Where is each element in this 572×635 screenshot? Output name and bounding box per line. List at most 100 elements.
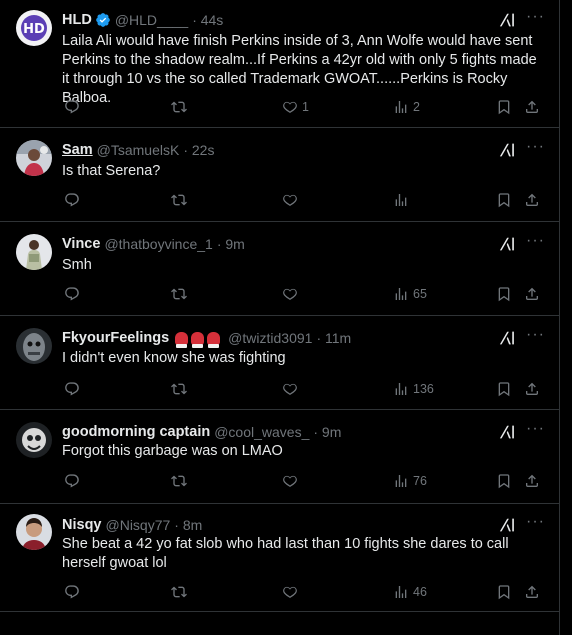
timestamp[interactable]: · 9m (313, 424, 341, 440)
handle[interactable]: @Nisqy77 (106, 517, 171, 533)
heart-icon (282, 381, 298, 397)
reply-button[interactable] (64, 190, 84, 210)
reply-icon (64, 584, 80, 600)
repost-icon (171, 99, 187, 115)
share-button[interactable] (524, 284, 544, 304)
reply-button[interactable] (64, 582, 84, 602)
handle[interactable]: @HLD____ (115, 12, 188, 28)
bookmark-button[interactable] (496, 471, 516, 491)
repost-button[interactable] (171, 471, 191, 491)
views-button[interactable]: 2 (393, 97, 420, 117)
post-sam[interactable]: Sam @TsamuelsK · 22s ··· Is that Serena? (0, 128, 560, 222)
reply-button[interactable] (64, 97, 84, 117)
share-button[interactable] (524, 97, 544, 117)
reply-icon (64, 192, 80, 208)
reply-button[interactable] (64, 284, 84, 304)
views-button[interactable]: 76 (393, 471, 427, 491)
bookmark-button[interactable] (496, 582, 516, 602)
repost-button[interactable] (171, 379, 191, 399)
avatar[interactable] (16, 422, 52, 458)
display-name[interactable]: Sam (62, 142, 93, 158)
like-button[interactable] (282, 471, 302, 491)
more-icon[interactable]: ··· (526, 9, 544, 28)
display-name[interactable]: goodmorning captain (62, 424, 210, 440)
views-button[interactable]: 65 (393, 284, 427, 304)
post-nisqy[interactable]: Nisqy @Nisqy77 · 8m ··· She beat a 42 yo… (0, 504, 560, 612)
repost-button[interactable] (171, 284, 191, 304)
display-name[interactable]: HLD (62, 12, 92, 28)
handle[interactable]: @TsamuelsK (97, 142, 180, 158)
views-button[interactable]: 136 (393, 379, 434, 399)
avatar[interactable] (16, 328, 52, 364)
like-button[interactable] (282, 379, 302, 399)
views-icon (393, 584, 409, 600)
reply-button[interactable] (64, 471, 84, 491)
avatar[interactable] (16, 234, 52, 270)
repost-icon (171, 473, 187, 489)
views-button[interactable]: 46 (393, 582, 427, 602)
grok-icon[interactable] (498, 329, 516, 347)
handle[interactable]: @cool_waves_ (214, 424, 309, 440)
post-goodmorning-captain[interactable]: goodmorning captain @cool_waves_ · 9m ··… (0, 410, 560, 504)
reply-icon (64, 381, 80, 397)
like-button[interactable] (282, 190, 302, 210)
post-text: Forgot this garbage was on LMAO (62, 443, 283, 459)
avatar[interactable]: HD (16, 10, 52, 46)
share-button[interactable] (524, 471, 544, 491)
boxing-glove-emojis (175, 331, 221, 348)
grok-icon[interactable] (498, 516, 516, 534)
repost-icon (171, 286, 187, 302)
timestamp[interactable]: · 22s (183, 142, 214, 158)
post-text: She beat a 42 yo fat slob who had last t… (62, 536, 509, 571)
grok-icon[interactable] (498, 11, 516, 29)
views-icon (393, 192, 409, 208)
like-button[interactable] (282, 284, 302, 304)
views-button[interactable] (393, 190, 413, 210)
like-count: 1 (302, 100, 309, 114)
post-vince[interactable]: Vince @thatboyvince_1 · 9m ··· Smh 65 (0, 222, 560, 316)
repost-icon (171, 584, 187, 600)
views-icon (393, 473, 409, 489)
handle[interactable]: @thatboyvince_1 (104, 236, 212, 252)
post-text: Smh (62, 257, 92, 273)
like-button[interactable] (282, 582, 302, 602)
timestamp[interactable]: · 11m (316, 330, 351, 346)
repost-button[interactable] (171, 190, 191, 210)
more-icon[interactable]: ··· (526, 139, 544, 158)
repost-button[interactable] (171, 582, 191, 602)
share-button[interactable] (524, 582, 544, 602)
timestamp[interactable]: · 8m (174, 517, 202, 533)
bookmark-button[interactable] (496, 190, 516, 210)
bookmark-button[interactable] (496, 97, 516, 117)
share-icon (524, 584, 540, 600)
grok-icon[interactable] (498, 423, 516, 441)
share-button[interactable] (524, 379, 544, 399)
timestamp[interactable]: · 9m (217, 236, 245, 252)
avatar[interactable] (16, 140, 52, 176)
more-icon[interactable]: ··· (526, 421, 544, 440)
like-button[interactable]: 1 (282, 97, 309, 117)
views-icon (393, 286, 409, 302)
bookmark-icon (496, 286, 512, 302)
handle[interactable]: @twiztid3091 (228, 330, 312, 346)
display-name[interactable]: Nisqy (62, 517, 102, 533)
more-icon[interactable]: ··· (526, 233, 544, 252)
more-icon[interactable]: ··· (526, 327, 544, 346)
bookmark-button[interactable] (496, 379, 516, 399)
post-fkyourfeelings[interactable]: FkyourFeelings @twiztid3091 · 11m ··· I … (0, 316, 560, 410)
heart-icon (282, 286, 298, 302)
views-count: 65 (413, 287, 427, 301)
views-count: 2 (413, 100, 420, 114)
avatar[interactable] (16, 514, 52, 550)
timestamp[interactable]: · 44s (192, 12, 223, 28)
display-name[interactable]: FkyourFeelings (62, 330, 169, 346)
bookmark-button[interactable] (496, 284, 516, 304)
share-button[interactable] (524, 190, 544, 210)
grok-icon[interactable] (498, 141, 516, 159)
repost-button[interactable] (171, 97, 191, 117)
post-hld[interactable]: HD HLD @HLD____ · 44s ··· Laila Ali woul… (0, 0, 560, 128)
more-icon[interactable]: ··· (526, 514, 544, 533)
reply-button[interactable] (64, 379, 84, 399)
display-name[interactable]: Vince (62, 236, 100, 252)
grok-icon[interactable] (498, 235, 516, 253)
